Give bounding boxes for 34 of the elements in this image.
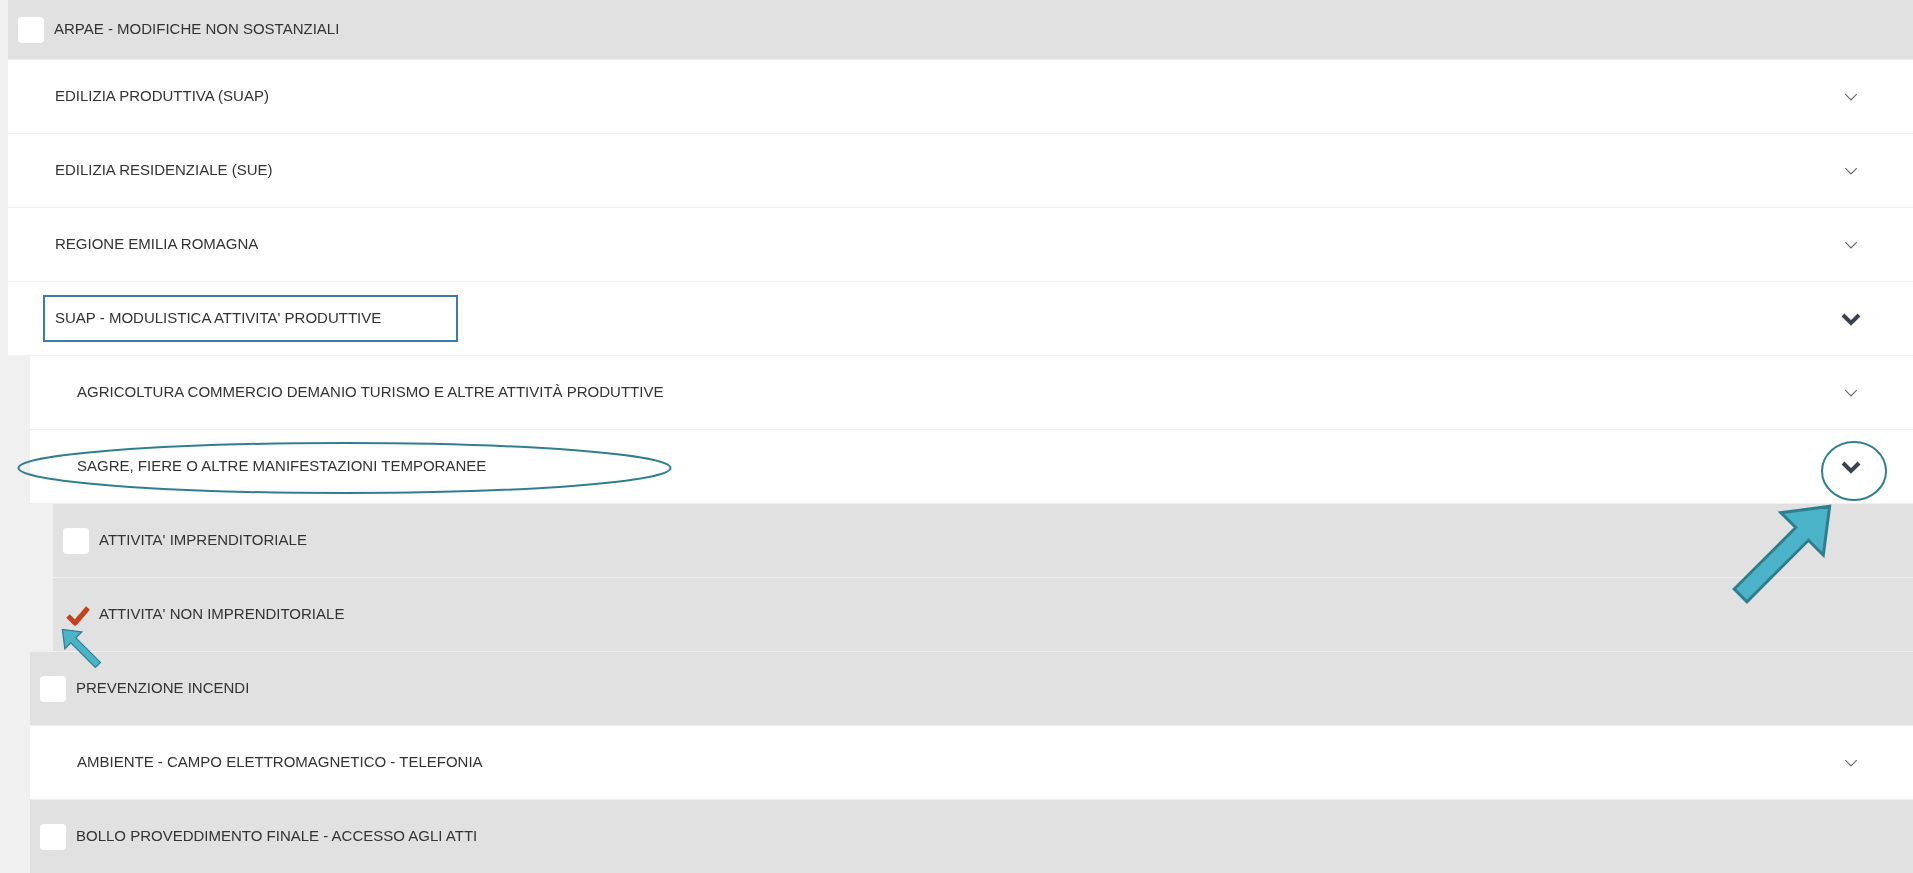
- chevron-down-icon[interactable]: [1843, 757, 1859, 768]
- category-row[interactable]: EDILIZIA PRODUTTIVA (SUAP): [8, 60, 1913, 134]
- item-label: ATTIVITA' IMPRENDITORIALE: [99, 530, 307, 551]
- checkbox-row[interactable]: BOLLO PROVEDDIMENTO FINALE - ACCESSO AGLI ATTI: [30, 800, 1913, 873]
- highlight-circle: [1820, 440, 1888, 502]
- category-label[interactable]: EDILIZIA PRODUTTIVA (SUAP): [55, 85, 269, 108]
- item-label: BOLLO PROVEDDIMENTO FINALE - ACCESSO AGLI ATTI: [76, 826, 478, 847]
- chevron-down-icon[interactable]: [1843, 91, 1859, 102]
- chevron-down-icon[interactable]: [1840, 311, 1862, 326]
- checkbox-row[interactable]: ATTIVITA' NON IMPRENDITORIALE: [53, 578, 1913, 652]
- category-row[interactable]: AMBIENTE - CAMPO ELETTROMAGNETICO - TELEFONIA: [30, 726, 1913, 800]
- category-row[interactable]: AGRICOLTURA COMMERCIO DEMANIO TURISMO E ALTRE ATTIVITÀ PRODUTTIVE: [30, 356, 1913, 430]
- item-label: ATTIVITA' NON IMPRENDITORIALE: [99, 604, 345, 625]
- chevron-down-icon[interactable]: [1843, 165, 1859, 176]
- checkbox-row[interactable]: ATTIVITA' IMPRENDITORIALE: [53, 504, 1913, 578]
- checkbox[interactable]: [63, 527, 89, 554]
- checkbox-row[interactable]: ARPAE - MODIFICHE NON SOSTANZIALI: [8, 0, 1913, 60]
- chevron-down-icon[interactable]: [1840, 459, 1862, 474]
- item-label: ARPAE - MODIFICHE NON SOSTANZIALI: [54, 19, 340, 40]
- category-label[interactable]: EDILIZIA RESIDENZIALE (SUE): [55, 159, 273, 182]
- item-label: PREVENZIONE INCENDI: [76, 678, 250, 699]
- chevron-down-icon[interactable]: [1843, 239, 1859, 250]
- checkbox-row[interactable]: PREVENZIONE INCENDI: [30, 652, 1913, 726]
- category-row[interactable]: EDILIZIA RESIDENZIALE (SUE): [8, 134, 1913, 208]
- category-label[interactable]: REGIONE EMILIA ROMAGNA: [55, 233, 259, 256]
- category-row[interactable]: REGIONE EMILIA ROMAGNA: [8, 208, 1913, 282]
- checkbox[interactable]: [40, 675, 66, 702]
- chevron-down-icon[interactable]: [1843, 387, 1859, 398]
- checkbox[interactable]: [18, 16, 44, 43]
- category-row[interactable]: SUAP - MODULISTICA ATTIVITA' PRODUTTIVE: [8, 282, 1913, 356]
- category-label[interactable]: SUAP - MODULISTICA ATTIVITA' PRODUTTIVE: [43, 295, 459, 342]
- category-label[interactable]: AMBIENTE - CAMPO ELETTROMAGNETICO - TELEFONIA: [77, 751, 483, 774]
- category-label[interactable]: AGRICOLTURA COMMERCIO DEMANIO TURISMO E ALTRE ATTIVITÀ PRODUTTIVE: [77, 381, 664, 404]
- checkbox[interactable]: [40, 823, 66, 850]
